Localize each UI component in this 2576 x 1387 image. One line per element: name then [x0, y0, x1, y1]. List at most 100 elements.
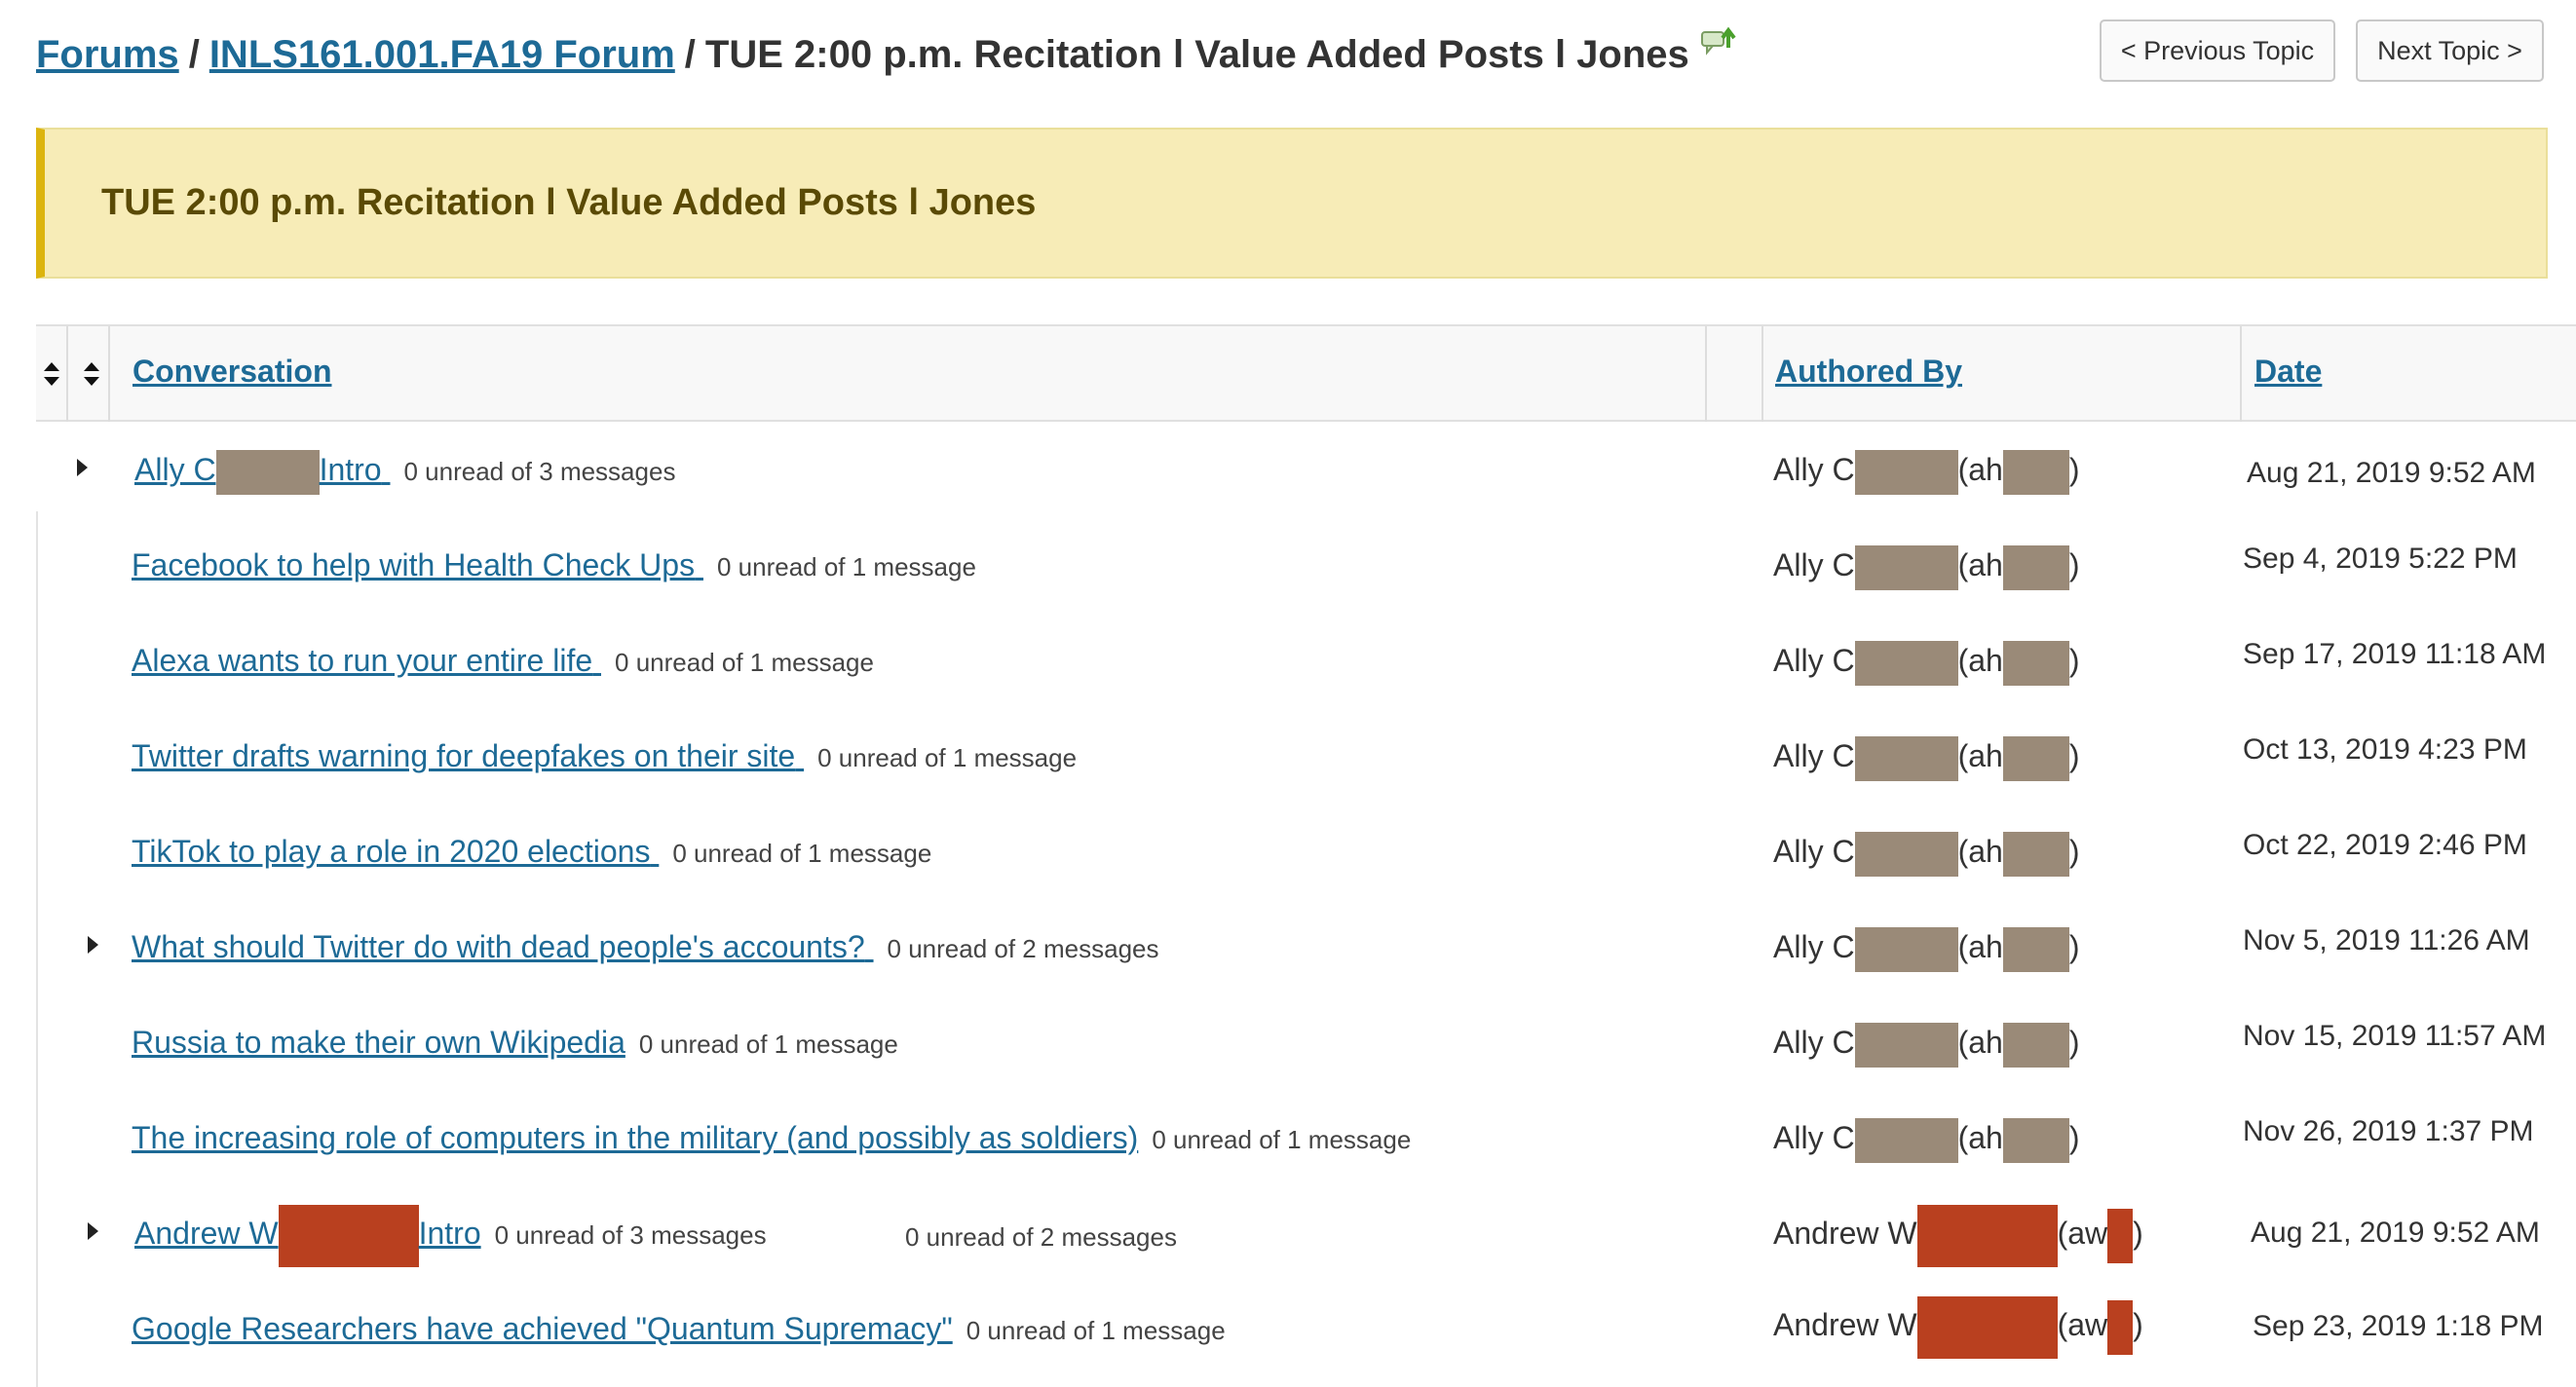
redaction-block [2002, 1022, 2069, 1068]
author-cell: Ally C (ah) [1773, 422, 2079, 517]
conversation-link[interactable]: Russia to make their own Wikipedia [132, 1025, 625, 1060]
redaction-block [2002, 544, 2069, 590]
conversation-title: Google Researchers have achieved "Quantu… [132, 1311, 953, 1346]
unread-count: 0 unread of 1 message [1152, 1125, 1412, 1154]
date-cell: Oct 22, 2019 2:46 PM [2243, 829, 2527, 861]
column-divider [2240, 326, 2242, 422]
unread-count: 0 unread of 2 messages [887, 934, 1159, 963]
table-row: Google Researchers have achieved "Quantu… [36, 1281, 2576, 1376]
previous-topic-button[interactable]: < Previous Topic [2100, 19, 2335, 82]
sort-icon[interactable] [82, 359, 101, 389]
redaction-block [1854, 640, 1958, 686]
author-name: Ally C [1773, 929, 1855, 964]
author-id-close: ) [2068, 547, 2080, 582]
author-cell: Ally C (ah) [1773, 708, 2079, 804]
date-column-header[interactable]: Date [2254, 354, 2322, 390]
conversation-link[interactable]: Andrew W Intro [134, 1204, 481, 1267]
table-row: What should Twitter do with dead people'… [36, 899, 2576, 994]
conversation-link[interactable]: Alexa wants to run your entire life [132, 643, 601, 678]
redaction-block [278, 1204, 419, 1267]
conversation-cell: Russia to make their own Wikipedia 0 unre… [132, 994, 898, 1097]
date-cell: Sep 17, 2019 11:18 AM [2243, 638, 2547, 670]
author-cell: Andrew W (aw) [1773, 1185, 2143, 1281]
unread-count: 0 unread of 3 messages [494, 1220, 767, 1250]
conversation-title-part: Ally C [134, 452, 216, 487]
conversation-link[interactable]: TikTok to play a role in 2020 elections [132, 834, 659, 869]
author-id-close: ) [2068, 1025, 2080, 1060]
date-cell: Nov 26, 2019 1:37 PM [2243, 1115, 2534, 1147]
redaction-block [1916, 1295, 2058, 1359]
conversation-title: What should Twitter do with dead people'… [132, 929, 865, 964]
next-topic-button[interactable]: Next Topic > [2356, 19, 2544, 82]
conversation-column-header[interactable]: Conversation [133, 354, 331, 390]
conversation-cell: The increasing role of computers in the … [132, 1090, 1411, 1192]
unread-count: 0 unread of 1 message [817, 743, 1078, 772]
unread-count: 0 unread of 1 message [966, 1316, 1226, 1345]
unread-count: 0 unread of 1 message [672, 839, 932, 868]
conversation-cell: Google Researchers have achieved "Quantu… [132, 1281, 1226, 1383]
author-id-close: ) [2068, 1120, 2080, 1155]
redaction-block [2107, 1299, 2134, 1355]
conversation-link[interactable]: Google Researchers have achieved "Quantu… [132, 1311, 953, 1346]
author-id: (ah [1957, 1025, 2003, 1060]
conversation-link[interactable]: Twitter drafts warning for deepfakes on … [132, 738, 804, 773]
conversation-title: TikTok to play a role in 2020 elections [132, 834, 651, 869]
column-divider [108, 326, 110, 422]
conversation-cell: Ally C Intro 0 unread of 3 messages [134, 422, 675, 524]
sort-icon[interactable] [42, 359, 61, 389]
unread-count: 0 unread of 1 message [615, 648, 874, 677]
author-id: (ah [1957, 643, 2003, 678]
author-cell: Ally C (ah) [1773, 1090, 2079, 1185]
conversation-title-part: Intro [418, 1216, 481, 1251]
date-cell: Aug 21, 2019 9:52 AM [2247, 457, 2536, 489]
page-title: TUE 2:00 p.m. Recitation l Value Added P… [704, 33, 1689, 76]
redaction-block [2002, 735, 2069, 781]
table-row: The increasing role of computers in the … [36, 1090, 2576, 1185]
unread-count: 0 unread of 3 messages [403, 457, 676, 486]
conversation-title: Alexa wants to run your entire life [132, 643, 593, 678]
authored-by-column-header[interactable]: Authored By [1775, 354, 1962, 390]
author-name: Ally C [1773, 738, 1855, 773]
author-id-close: ) [2068, 738, 2080, 773]
breadcrumb-separator: / [684, 33, 696, 76]
conversation-link[interactable]: Ally C Intro [134, 449, 390, 495]
expand-thread-icon[interactable] [88, 936, 98, 954]
author-cell: Ally C (ah) [1773, 899, 2079, 994]
redaction-block [2002, 640, 2069, 686]
author-cell: Ally C (ah) [1773, 994, 2079, 1090]
conversation-link[interactable]: Facebook to help with Health Check Ups [132, 547, 703, 582]
date-cell: Oct 13, 2019 4:23 PM [2243, 733, 2527, 766]
conversation-link[interactable]: The increasing role of computers in the … [132, 1120, 1138, 1155]
expand-thread-icon[interactable] [88, 1222, 98, 1240]
expand-thread-icon[interactable] [77, 459, 88, 476]
redaction-block [1854, 831, 1958, 877]
conversation-cell: What should Twitter do with dead people'… [132, 899, 1159, 1001]
breadcrumb: Forums / INLS161.001.FA19 Forum / TUE 2:00 p… [36, 21, 1736, 77]
redaction-block [2107, 1208, 2134, 1263]
table-row: Facebook to help with Health Check Ups 0… [36, 517, 2576, 613]
column-divider [1762, 326, 1763, 422]
conversation-title-part: Intro [319, 452, 382, 487]
date-cell: Sep 23, 2019 1:18 PM [2253, 1310, 2544, 1342]
conversation-link[interactable]: What should Twitter do with dead people'… [132, 929, 874, 964]
redaction-block [2002, 831, 2069, 877]
date-cell: Nov 5, 2019 11:26 AM [2243, 924, 2530, 956]
author-id: (ah [1957, 834, 2003, 869]
date-cell: Aug 21, 2019 9:52 AM [2251, 1217, 2540, 1249]
breadcrumb-forums-link[interactable]: Forums [36, 33, 179, 76]
conversation-cell: Facebook to help with Health Check Ups 0… [132, 517, 976, 619]
redaction-block [1854, 1117, 1958, 1163]
conversation-title: Facebook to help with Health Check Ups [132, 547, 696, 582]
table-row: TikTok to play a role in 2020 elections … [36, 804, 2576, 899]
breadcrumb-forum-link[interactable]: INLS161.001.FA19 Forum [209, 33, 675, 76]
redaction-block [2002, 926, 2069, 972]
table-row: Russia to make their own Wikipedia 0 unre… [36, 994, 2576, 1090]
author-name: Ally C [1773, 1120, 1855, 1155]
author-name: Ally C [1773, 452, 1855, 487]
conversation-title: Russia to make their own Wikipedia [132, 1025, 625, 1060]
unread-count: 0 unread of 1 message [716, 552, 976, 581]
watch-topic-icon[interactable] [1700, 21, 1736, 56]
author-name: Ally C [1773, 547, 1855, 582]
author-name: Ally C [1773, 1025, 1855, 1060]
author-id: (ah [1957, 547, 2003, 582]
